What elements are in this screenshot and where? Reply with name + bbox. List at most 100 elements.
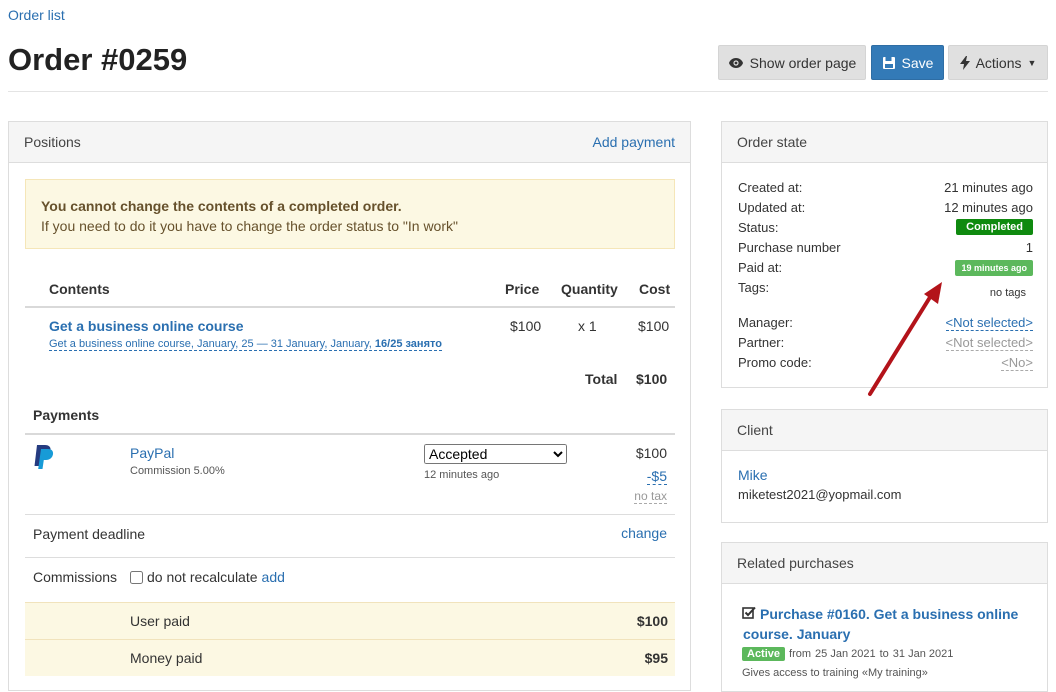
positions-title: Positions xyxy=(24,134,81,150)
add-payment-link[interactable]: Add payment xyxy=(593,134,676,150)
alert-title: You cannot change the contents of a comp… xyxy=(41,198,402,214)
related-purchases-panel: Related purchases Purchase #0160. Get a … xyxy=(721,542,1048,692)
contents-header: Contents xyxy=(49,281,110,297)
purchase-number-row: Purchase number 1 xyxy=(738,240,1033,255)
actions-dropdown-button[interactable]: Actions ▼ xyxy=(948,45,1048,80)
floppy-disk-icon xyxy=(882,56,895,69)
payment-amount: $100 xyxy=(635,445,667,461)
paypal-logo-icon xyxy=(34,445,54,469)
payments-title: Payments xyxy=(33,407,100,423)
payment-fee-link[interactable]: -$5 xyxy=(646,468,667,485)
item-details-text: Get a business online course, January, 2… xyxy=(49,338,375,350)
promo-code-link[interactable]: <No> xyxy=(1001,355,1033,371)
no-recalculate-control: do not recalculate add xyxy=(130,569,285,585)
payment-status-select[interactable]: Accepted xyxy=(424,444,567,464)
active-badge: Active xyxy=(742,647,786,661)
tags-label: Tags: xyxy=(738,280,770,295)
header-divider xyxy=(8,91,1048,92)
from-label: from xyxy=(789,648,812,660)
positions-panel-header: Positions Add payment xyxy=(9,122,690,163)
positions-panel: Positions Add payment You cannot change … xyxy=(8,121,691,691)
paid-at-row: Paid at: 19 minutes ago xyxy=(738,260,1033,276)
client-name-link[interactable]: Mike xyxy=(738,467,768,483)
user-paid-row: User paid $100 xyxy=(25,602,675,639)
eye-icon xyxy=(728,57,743,68)
no-recalculate-checkbox[interactable] xyxy=(130,570,143,584)
item-details-link[interactable]: Get a business online course, January, 2… xyxy=(49,338,442,351)
item-name-link[interactable]: Get a business online course xyxy=(49,318,244,334)
money-paid-value: $95 xyxy=(644,650,668,666)
promo-label: Promo code: xyxy=(738,355,812,370)
order-state-title: Order state xyxy=(737,134,808,150)
manager-label: Manager: xyxy=(738,315,793,330)
money-paid-row: Money paid $95 xyxy=(25,639,675,676)
alert-text: If you need to do it you have to change … xyxy=(41,218,458,234)
related-purchases-title: Related purchases xyxy=(737,555,854,571)
payment-time: 12 minutes ago xyxy=(424,469,500,481)
user-paid-value: $100 xyxy=(636,613,668,629)
contents-divider xyxy=(25,306,675,308)
payment-tax-link[interactable]: no tax xyxy=(634,489,667,504)
total-label: Total xyxy=(585,371,618,387)
quantity-header: Quantity xyxy=(561,281,618,297)
status-label: Status: xyxy=(738,220,779,235)
tags-value: no tags xyxy=(989,287,1026,299)
annotation-arrow-icon xyxy=(868,282,942,396)
commissions-divider xyxy=(25,557,675,558)
created-row: Created at: 21 minutes ago xyxy=(738,180,1033,195)
paid-at-label: Paid at: xyxy=(738,260,783,275)
to-date: 31 Jan 2021 xyxy=(892,648,954,660)
actions-label: Actions xyxy=(975,54,1022,71)
paypal-method-link[interactable]: PayPal xyxy=(130,445,174,461)
status-row: Status: Completed xyxy=(738,219,1033,235)
updated-row: Updated at: 12 minutes ago xyxy=(738,200,1033,215)
related-purchase-meta: Active from 25 Jan 2021 to 31 Jan 2021 xyxy=(742,647,953,661)
related-access-text: Gives access to training «My training» xyxy=(742,667,928,679)
bolt-icon xyxy=(959,55,970,70)
manager-select-link[interactable]: <Not selected> xyxy=(945,315,1033,331)
client-title: Client xyxy=(737,422,773,438)
item-quantity: x 1 xyxy=(578,318,597,334)
updated-label: Updated at: xyxy=(738,200,806,215)
related-purchase-link[interactable]: Purchase #0160. Get a business online co… xyxy=(743,604,1033,644)
price-header: Price xyxy=(505,281,540,297)
payment-deadline-label: Payment deadline xyxy=(33,526,146,542)
paypal-commission: Commission 5.00% xyxy=(130,465,225,477)
save-label: Save xyxy=(901,54,934,71)
total-value: $100 xyxy=(636,371,668,387)
completed-order-alert: You cannot change the contents of a comp… xyxy=(25,179,675,249)
add-commission-link[interactable]: add xyxy=(262,569,285,585)
show-order-page-label: Show order page xyxy=(749,54,857,71)
purchase-number-value: 1 xyxy=(1025,240,1033,255)
item-availability: 16/25 занято xyxy=(374,338,442,350)
purchase-number-label: Purchase number xyxy=(738,240,841,255)
partner-label: Partner: xyxy=(738,335,785,350)
updated-value: 12 minutes ago xyxy=(944,200,1033,215)
created-label: Created at: xyxy=(738,180,803,195)
client-email: miketest2021@yopmail.com xyxy=(738,487,902,502)
created-value: 21 minutes ago xyxy=(944,180,1033,195)
item-price: $100 xyxy=(510,318,542,334)
payments-divider xyxy=(25,433,675,435)
client-panel: Client Mike miketest2021@yopmail.com xyxy=(721,409,1048,523)
item-cost: $100 xyxy=(638,318,670,334)
paid-at-badge: 19 minutes ago xyxy=(955,260,1033,276)
from-date: 25 Jan 2021 xyxy=(815,648,876,660)
payment-deadline-change-link[interactable]: change xyxy=(621,525,667,541)
partner-select-link[interactable]: <Not selected> xyxy=(945,335,1033,351)
commissions-label: Commissions xyxy=(33,569,118,585)
user-paid-label: User paid xyxy=(130,613,190,629)
no-recalculate-label: do not recalculate xyxy=(147,569,258,585)
show-order-page-button[interactable]: Show order page xyxy=(718,45,866,80)
status-completed-badge: Completed xyxy=(956,219,1033,235)
save-button[interactable]: Save xyxy=(871,45,944,80)
page-title: Order #0259 xyxy=(8,42,188,77)
to-label: to xyxy=(879,648,889,660)
related-purchases-header: Related purchases xyxy=(722,543,1047,584)
client-header: Client xyxy=(722,410,1047,451)
caret-down-icon: ▼ xyxy=(1027,57,1037,68)
cost-header: Cost xyxy=(639,281,671,297)
order-state-header: Order state xyxy=(722,122,1047,163)
breadcrumb-order-list[interactable]: Order list xyxy=(8,7,65,23)
money-paid-label: Money paid xyxy=(130,650,203,666)
